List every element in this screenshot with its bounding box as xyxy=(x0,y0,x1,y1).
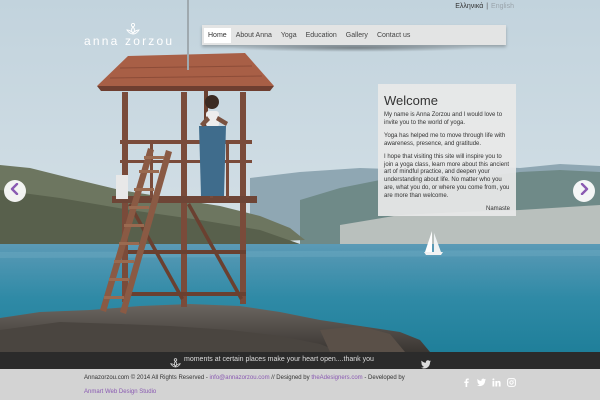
nav-shadow xyxy=(230,44,480,52)
footer-designed-by: // Designed by xyxy=(269,375,312,381)
social-links xyxy=(462,374,516,387)
tagline-text: moments at certain places make your hear… xyxy=(184,356,374,363)
tagline-bar: moments at certain places make your hear… xyxy=(0,352,600,369)
site-logo[interactable]: anna zorzou xyxy=(84,22,180,48)
nav-item-about-anna[interactable]: About Anna xyxy=(232,28,276,43)
lang-english-link[interactable]: English xyxy=(491,3,514,10)
lang-greek-link[interactable]: Ελληνικά xyxy=(455,3,483,10)
lotus-icon xyxy=(170,355,181,368)
slider-prev-button[interactable] xyxy=(4,180,26,202)
welcome-paragraph-3: I hope that visiting this site will insp… xyxy=(384,153,510,200)
welcome-paragraph-2: Yoga has helped me to move through life … xyxy=(384,132,506,147)
footer-developer-link[interactable]: Anmart Web Design Studio xyxy=(84,389,156,395)
footer-developer-line: Anmart Web Design Studio xyxy=(84,389,156,395)
lang-separator: | xyxy=(486,3,489,10)
welcome-paragraph-1: My name is Anna Zorzou and I would love … xyxy=(384,112,503,126)
linkedin-icon[interactable] xyxy=(492,374,501,387)
nav-item-home[interactable]: Home xyxy=(204,27,231,43)
footer-designer-link[interactable]: theAdesigners.com xyxy=(311,375,362,381)
lotus-icon xyxy=(126,22,140,35)
chevron-left-icon xyxy=(10,182,20,200)
main-nav: Home About Anna Yoga Education Gallery C… xyxy=(202,25,506,45)
footer-credits: Annazorzou.com © 2014 All Rights Reserve… xyxy=(84,375,405,381)
instagram-icon[interactable] xyxy=(507,374,516,387)
facebook-icon[interactable] xyxy=(462,374,471,387)
welcome-signoff: Namaste xyxy=(485,206,510,213)
footer-developed-by: - Developed by xyxy=(362,375,405,381)
twitter-icon[interactable] xyxy=(421,356,431,369)
welcome-panel: Welcome My name is Anna Zorzou and I wou… xyxy=(378,84,516,216)
nav-item-education[interactable]: Education xyxy=(302,28,341,43)
logo-text: anna zorzou xyxy=(84,34,175,48)
nav-item-gallery[interactable]: Gallery xyxy=(342,28,372,43)
nav-item-contact-us[interactable]: Contact us xyxy=(373,28,414,43)
language-switcher: Ελληνικά | English xyxy=(455,3,514,10)
footer-email-link[interactable]: info@annazorzou.com xyxy=(209,375,269,381)
footer: Annazorzou.com © 2014 All Rights Reserve… xyxy=(0,369,600,400)
welcome-title: Welcome xyxy=(384,93,438,108)
chevron-right-icon xyxy=(579,182,589,200)
twitter-icon[interactable] xyxy=(477,374,486,387)
footer-copyright: Annazorzou.com © 2014 All Rights Reserve… xyxy=(84,375,210,381)
nav-item-yoga[interactable]: Yoga xyxy=(277,28,301,43)
slider-next-button[interactable] xyxy=(573,180,595,202)
